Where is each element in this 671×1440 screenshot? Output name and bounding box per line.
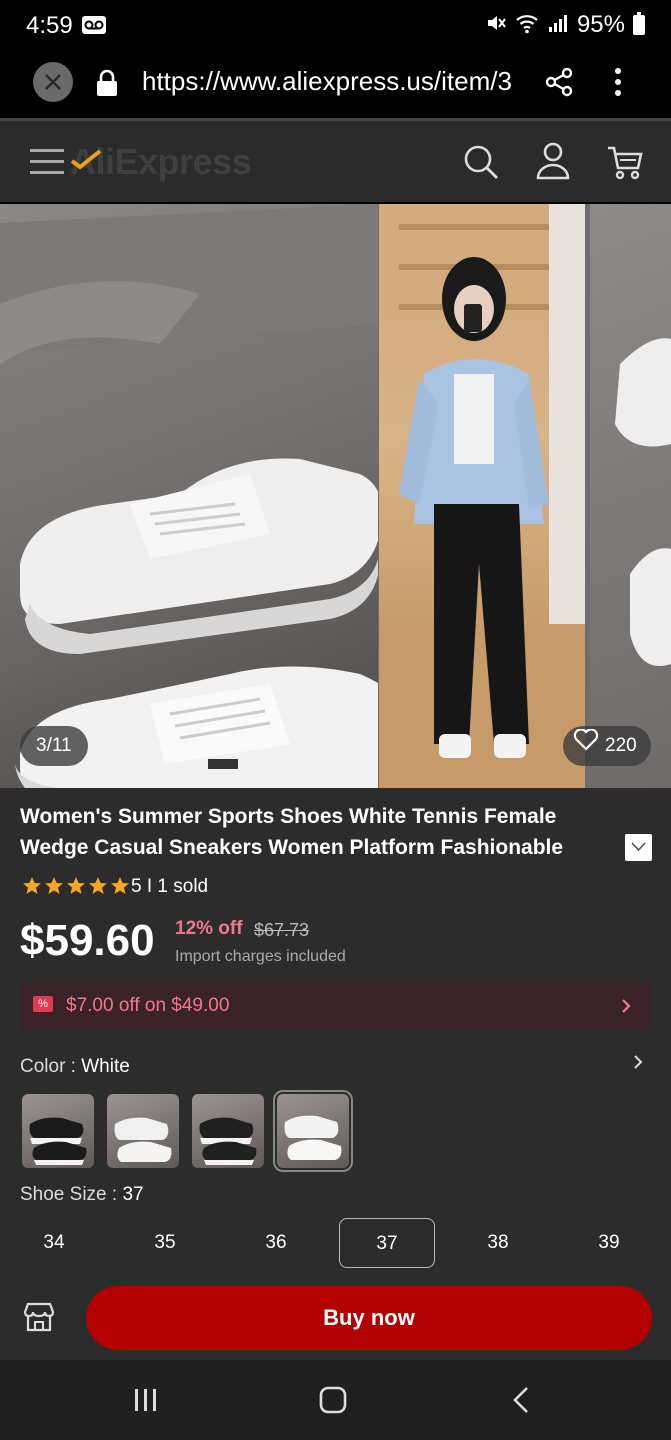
voicemail-icon: [82, 16, 106, 34]
status-time: 4:59: [26, 12, 73, 39]
color-label: Color : White: [20, 1056, 130, 1078]
url-text[interactable]: https://www.aliexpress.us/item/3: [142, 66, 522, 97]
color-label-prefix: Color :: [20, 1056, 82, 1077]
size-label-prefix: Shoe Size :: [20, 1184, 123, 1205]
color-value: White: [81, 1056, 130, 1077]
chevron-right-icon: [621, 998, 631, 1019]
size-options: 34 35 36 37 38 39: [0, 1218, 671, 1268]
size-option[interactable]: 34: [6, 1218, 102, 1268]
product-image-sneakers[interactable]: [0, 204, 378, 788]
star-icon: [23, 877, 41, 894]
size-option[interactable]: 35: [117, 1218, 213, 1268]
account-icon[interactable]: [535, 141, 571, 186]
original-price: $67.73: [254, 920, 310, 940]
star-rating: [22, 876, 130, 896]
product-image-next[interactable]: [590, 204, 671, 788]
import-charges-note: Import charges included: [175, 948, 346, 965]
star-icon: [67, 877, 85, 894]
cart-icon[interactable]: [606, 143, 644, 186]
hamburger-menu-icon[interactable]: [30, 147, 64, 182]
mute-icon: [485, 12, 507, 39]
color-swatch-black-white[interactable]: [22, 1094, 94, 1168]
product-details: Women's Summer Sports Shoes White Tennis…: [0, 788, 671, 1360]
star-icon: [89, 877, 107, 894]
color-swatch-white-mesh[interactable]: [107, 1094, 179, 1168]
product-image-model[interactable]: [379, 204, 585, 788]
size-option[interactable]: 36: [228, 1218, 324, 1268]
color-swatch-black-white-2[interactable]: [192, 1094, 264, 1168]
bottom-action-bar: Buy now: [0, 1280, 671, 1360]
signal-icon: [547, 12, 569, 39]
star-icon: [111, 877, 129, 894]
close-tab-button[interactable]: [33, 62, 73, 102]
expand-title-button[interactable]: [625, 834, 652, 861]
recent-apps-icon[interactable]: [133, 1387, 159, 1418]
more-menu-icon[interactable]: [608, 66, 628, 103]
color-chevron-right-icon[interactable]: [633, 1054, 643, 1075]
store-icon[interactable]: [22, 1300, 56, 1339]
buy-now-button[interactable]: Buy now: [86, 1286, 652, 1350]
coupon-banner[interactable]: % $7.00 off on $49.00: [20, 984, 651, 1030]
size-value: 37: [122, 1184, 144, 1205]
coupon-tag-icon: %: [33, 996, 53, 1012]
heart-icon: [573, 726, 599, 766]
star-icon: [45, 877, 63, 894]
browser-url-bar: https://www.aliexpress.us/item/3: [0, 52, 671, 118]
share-icon[interactable]: [543, 66, 575, 103]
size-option[interactable]: 39: [561, 1218, 657, 1268]
wifi-icon: [515, 12, 539, 39]
product-image-gallery[interactable]: 3/11: [0, 204, 671, 788]
logo-checkmark-icon: [70, 149, 104, 176]
image-counter-badge: 3/11: [20, 726, 88, 766]
battery-percent: 95%: [576, 11, 625, 38]
app-header: AliExpress: [0, 118, 671, 202]
coupon-text: $7.00 off on $49.00: [66, 995, 230, 1016]
shoe-size-label: Shoe Size : 37: [20, 1184, 144, 1206]
color-swatch-white[interactable]: [273, 1090, 353, 1172]
sold-count: 5 I 1 sold: [131, 876, 209, 897]
wishlist-button[interactable]: 220: [563, 726, 651, 766]
current-price: $59.60: [20, 916, 155, 965]
back-icon[interactable]: [511, 1386, 531, 1419]
home-icon[interactable]: [319, 1386, 347, 1419]
status-bar: 4:59 95%: [0, 0, 671, 52]
system-nav-bar: [0, 1360, 671, 1440]
color-swatches: [22, 1090, 353, 1172]
battery-icon: [633, 12, 645, 35]
product-title: Women's Summer Sports Shoes White Tennis…: [20, 805, 564, 859]
size-option[interactable]: 38: [450, 1218, 546, 1268]
likes-count: 220: [605, 735, 637, 756]
search-icon[interactable]: [462, 143, 500, 186]
discount-percent: 12% off: [175, 918, 243, 939]
size-option-selected[interactable]: 37: [339, 1218, 435, 1268]
lock-icon: [95, 68, 119, 103]
